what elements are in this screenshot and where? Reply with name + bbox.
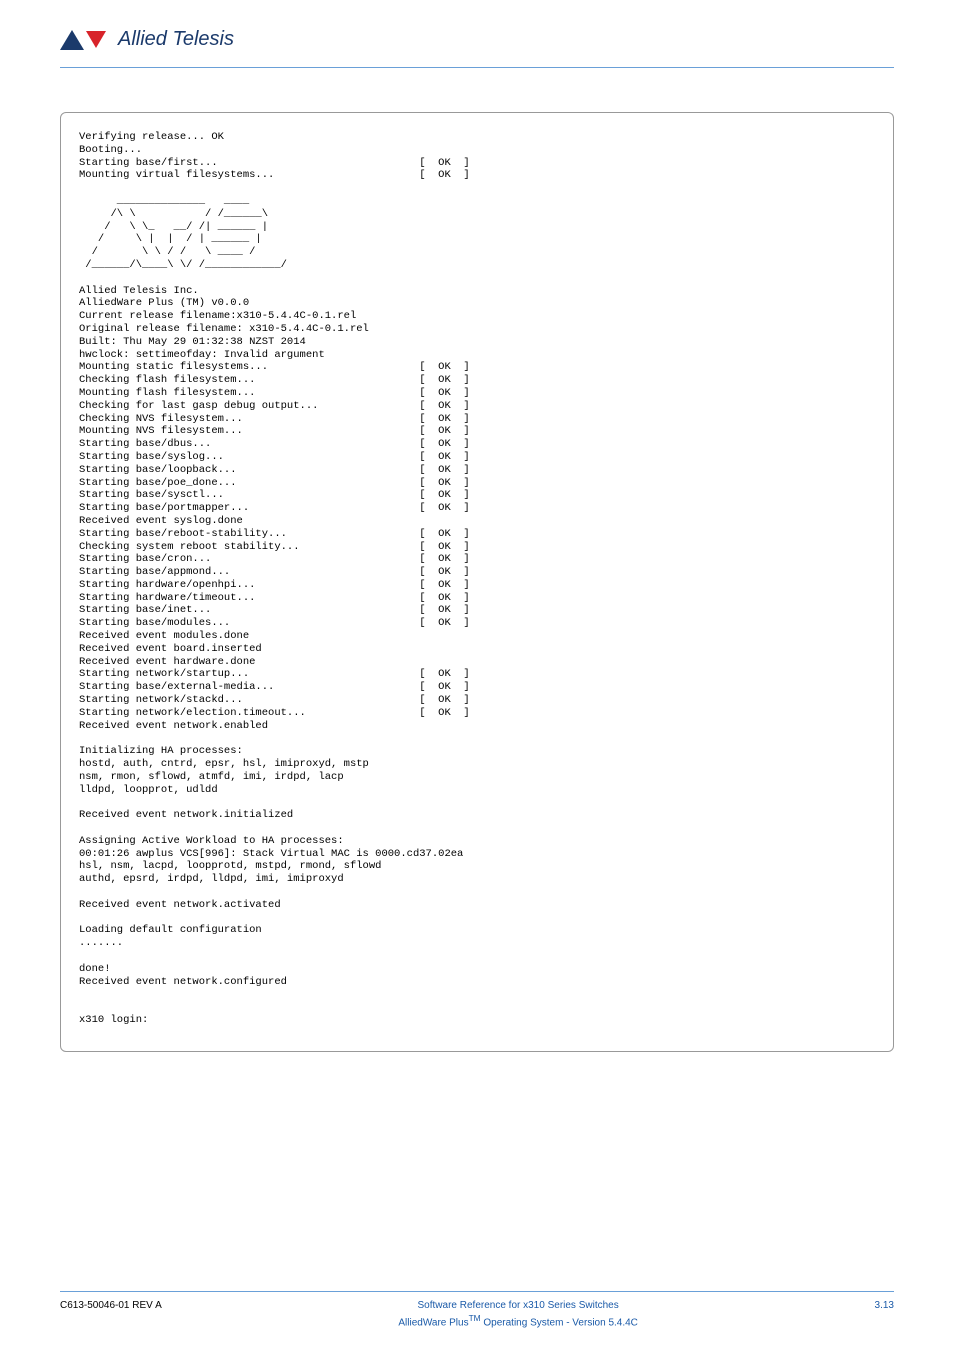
tm-icon: TM (469, 1313, 481, 1323)
footer-row: C613-50046-01 REV A Software Reference f… (60, 1300, 894, 1328)
footer-title: Software Reference for x310 Series Switc… (398, 1300, 638, 1311)
brand-text: Allied Telesis (118, 28, 234, 51)
logo-triangle2-icon (86, 31, 106, 48)
header-rule (60, 67, 894, 68)
logo-triangle-icon (60, 30, 84, 50)
footer-product-prefix: AlliedWare Plus (398, 1317, 468, 1328)
footer-center: Software Reference for x310 Series Switc… (398, 1300, 638, 1328)
footer-doc-number: C613-50046-01 REV A (60, 1300, 162, 1311)
footer-page-number: 3.13 (875, 1300, 894, 1311)
footer-subtitle: AlliedWare PlusTM Operating System - Ver… (398, 1313, 638, 1328)
page-footer: C613-50046-01 REV A Software Reference f… (60, 1291, 894, 1328)
footer-product-suffix: Operating System - Version 5.4.4C (481, 1317, 638, 1328)
terminal-output: Verifying release... OK Booting... Start… (60, 112, 894, 1052)
footer-rule (60, 1291, 894, 1292)
page-header: Allied Telesis (0, 0, 954, 57)
